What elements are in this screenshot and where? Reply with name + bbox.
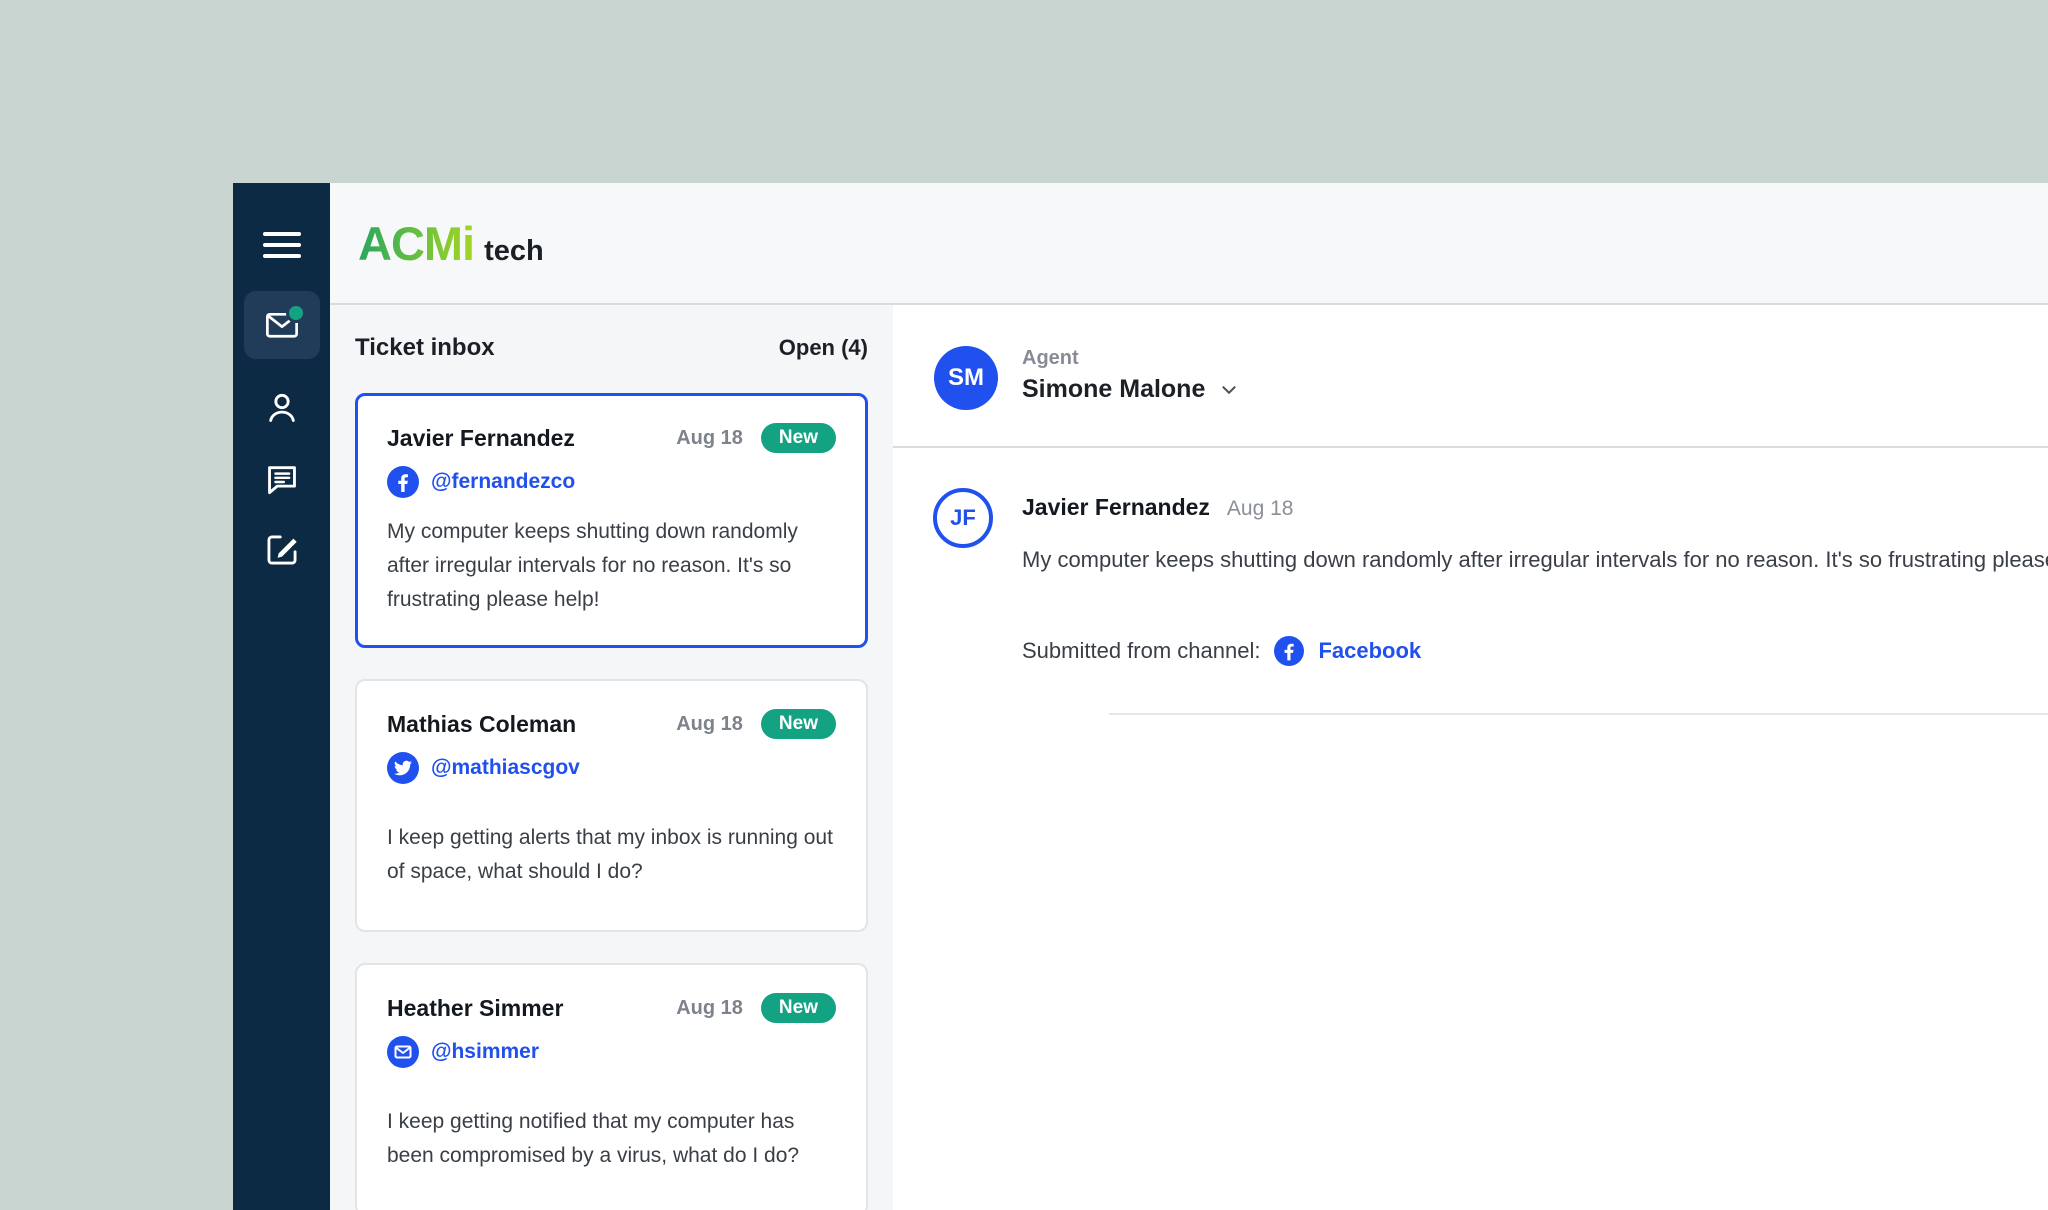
facebook-icon [1274,636,1304,666]
ticket-handle-link[interactable]: @fernandezco [431,470,575,494]
conversation-panel: SM Agent Simone Malone Ti [893,305,2048,1210]
thread-divider [1109,713,2048,715]
ticket-message: I keep getting alerts that my inbox is r… [387,821,836,889]
sidebar [233,183,330,1210]
message-text: My computer keeps shutting down randomly… [1022,547,2048,573]
ticket-date: Aug 18 [676,427,743,450]
topbar: ACMi tech [330,183,2048,305]
ticket-handle-link[interactable]: @hsimmer [431,1040,539,1064]
message-date: Aug 18 [1227,497,1294,521]
agent-avatar: SM [934,346,998,410]
logo-text-secondary: tech [484,235,544,268]
open-filter[interactable]: Open (4) [779,335,868,361]
ticket-name: Heather Simmer [387,995,676,1022]
ticket-name: Mathias Coleman [387,711,676,738]
notification-dot [286,303,306,323]
ticket-panel-header: Ticket inbox Open (4) [355,334,868,362]
contacts-person-icon [263,389,301,427]
chevron-down-icon [1220,381,1238,399]
desktop-background: ACMi tech Ticket inbox Open (4) Javier F… [0,0,2048,1210]
sidebar-item-chat[interactable] [260,457,304,501]
status-badge: New [761,423,836,453]
agent-header: SM Agent Simone Malone Ti [893,305,2048,448]
channel-row: Submitted from channel: Facebook [1022,636,2048,666]
ticket-date: Aug 18 [676,713,743,736]
conversation-thread: JF Javier Fernandez Aug 18 My computer k… [893,448,2048,1210]
channel-label: Submitted from channel: [1022,638,1260,664]
ticket-card[interactable]: Mathias Coleman Aug 18 New @mathiascgov [355,679,868,932]
menu-icon[interactable] [263,232,301,258]
ticket-inbox-panel: Ticket inbox Open (4) Javier Fernandez A… [330,305,893,1210]
email-icon [387,1036,419,1068]
twitter-icon [387,752,419,784]
status-badge: New [761,993,836,1023]
ticket-message: My computer keeps shutting down randomly… [387,515,836,617]
message-author: Javier Fernandez [1022,494,1210,521]
panel-title: Ticket inbox [355,334,495,362]
ticket-handle-link[interactable]: @mathiascgov [431,756,580,780]
facebook-icon [387,466,419,498]
ticket-message: I keep getting notified that my computer… [387,1105,836,1173]
compose-icon [263,531,301,569]
agent-selector[interactable]: Simone Malone [1022,375,1238,404]
ticket-card[interactable]: Javier Fernandez Aug 18 New @fernandezco [355,393,868,648]
ticket-date: Aug 18 [676,997,743,1020]
channel-link[interactable]: Facebook [1318,638,1421,664]
message-row: JF Javier Fernandez Aug 18 My computer k… [933,488,2048,715]
content-area: Ticket inbox Open (4) Javier Fernandez A… [330,305,2048,1210]
customer-avatar: JF [933,488,993,548]
logo-text-primary: ACMi [358,216,474,271]
status-badge: New [761,709,836,739]
app-window: ACMi tech Ticket inbox Open (4) Javier F… [233,183,2048,1210]
ticket-name: Javier Fernandez [387,425,676,452]
app-logo: ACMi tech [358,216,544,271]
window-main: ACMi tech Ticket inbox Open (4) Javier F… [330,183,2048,1210]
agent-label: Agent [1022,347,1238,370]
agent-name: Simone Malone [1022,375,1205,404]
sidebar-item-contacts[interactable] [260,386,304,430]
sidebar-item-inbox[interactable] [244,291,320,359]
chat-bubble-icon [263,460,301,498]
ticket-card[interactable]: Heather Simmer Aug 18 New @hsi [355,963,868,1210]
sidebar-item-compose[interactable] [260,528,304,572]
